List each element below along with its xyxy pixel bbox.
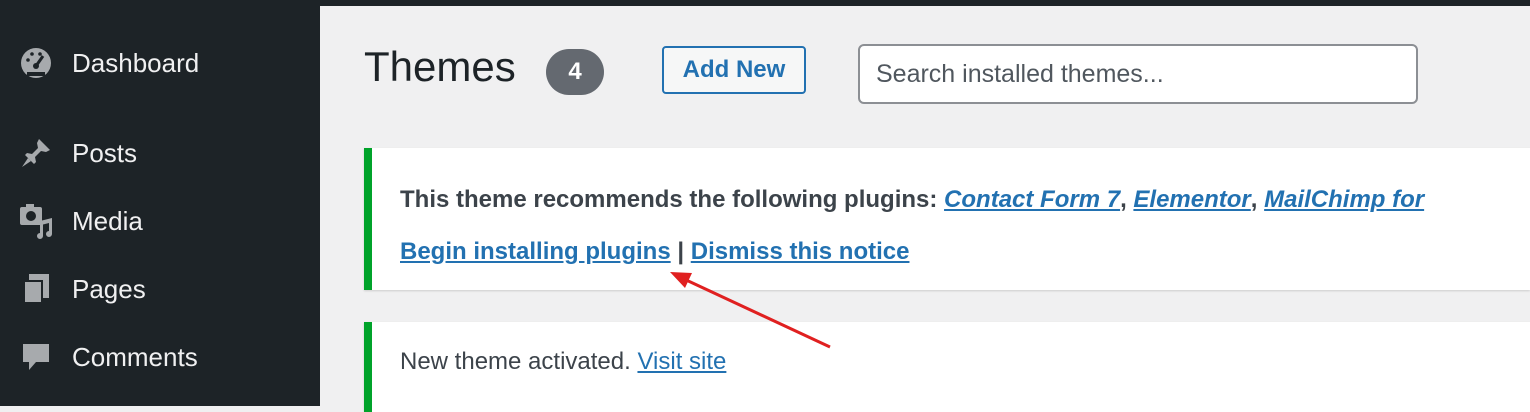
plugin-separator: , [1120, 186, 1134, 213]
page-title: Themes [364, 43, 516, 90]
search-themes-input[interactable] [858, 44, 1418, 104]
theme-count-badge: 4 [546, 49, 604, 95]
notice-text: This theme recommends the following plug… [400, 186, 945, 213]
dashboard-icon [18, 45, 54, 81]
sidebar-item-label: Pages [72, 273, 146, 304]
sidebar-item-label: Dashboard [72, 47, 200, 78]
begin-installing-plugins-link[interactable]: Begin installing plugins [400, 238, 671, 265]
plugin-separator: , [1250, 186, 1265, 213]
plugin-link-elementor[interactable]: Elementor [1133, 186, 1250, 213]
media-icon [18, 203, 54, 239]
pages-icon [18, 271, 54, 307]
main-content: Themes 4 Add New This theme recommends t… [320, 6, 1530, 412]
dismiss-notice-link[interactable]: Dismiss this notice [691, 238, 910, 265]
sidebar-item-label: Posts [72, 137, 138, 168]
sidebar-item-media[interactable]: Media [0, 196, 320, 246]
plugin-link-mailchimp[interactable]: MailChimp for [1264, 186, 1424, 213]
recommended-plugins-notice: This theme recommends the following plug… [364, 148, 1530, 290]
add-new-button[interactable]: Add New [662, 46, 806, 94]
notice-message: New theme activated. Visit site [400, 348, 726, 376]
sidebar-item-posts[interactable]: Posts [0, 128, 320, 178]
sidebar-item-pages[interactable]: Pages [0, 264, 320, 314]
plugin-link-contact-form-7[interactable]: Contact Form 7 [944, 186, 1120, 213]
sidebar-item-label: Media [72, 205, 143, 236]
visit-site-link[interactable]: Visit site [637, 348, 726, 375]
comment-icon [18, 339, 54, 375]
action-divider: | [670, 238, 691, 265]
sidebar-item-comments[interactable]: Comments [0, 332, 320, 382]
notice-actions: Begin installing plugins | Dismiss this … [400, 238, 909, 266]
admin-sidebar: Dashboard Posts Media Pages Comments [0, 0, 320, 406]
notice-message: This theme recommends the following plug… [400, 186, 1424, 214]
notice-text: New theme activated. [400, 348, 638, 375]
theme-activated-notice: New theme activated. Visit site [364, 322, 1530, 412]
sidebar-item-dashboard[interactable]: Dashboard [0, 38, 320, 88]
pushpin-icon [18, 135, 54, 171]
sidebar-item-label: Comments [72, 341, 198, 372]
